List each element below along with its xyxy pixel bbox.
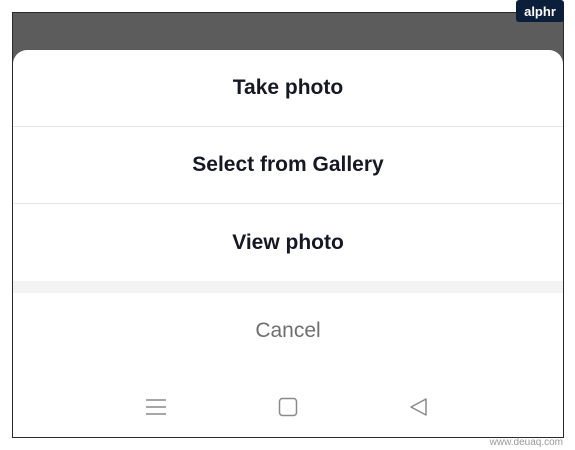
- view-photo-option[interactable]: View photo: [13, 204, 563, 281]
- alphr-logo: alphr: [516, 0, 564, 22]
- take-photo-option[interactable]: Take photo: [13, 50, 563, 127]
- menu-icon: [146, 399, 166, 415]
- select-from-gallery-option[interactable]: Select from Gallery: [13, 127, 563, 204]
- watermark: www.deuaq.com: [489, 437, 563, 448]
- section-divider: [13, 281, 563, 293]
- square-home-icon: [278, 397, 298, 417]
- home-button[interactable]: [268, 387, 308, 427]
- system-navigation-bar: [13, 377, 563, 437]
- back-button[interactable]: [399, 387, 439, 427]
- action-sheet: Take photo Select from Gallery View phot…: [13, 50, 563, 437]
- menu-button[interactable]: [136, 387, 176, 427]
- screenshot-frame: Take photo Select from Gallery View phot…: [0, 0, 575, 450]
- phone-screen: Take photo Select from Gallery View phot…: [12, 12, 564, 438]
- cancel-button[interactable]: Cancel: [13, 293, 563, 369]
- triangle-back-icon: [410, 398, 427, 416]
